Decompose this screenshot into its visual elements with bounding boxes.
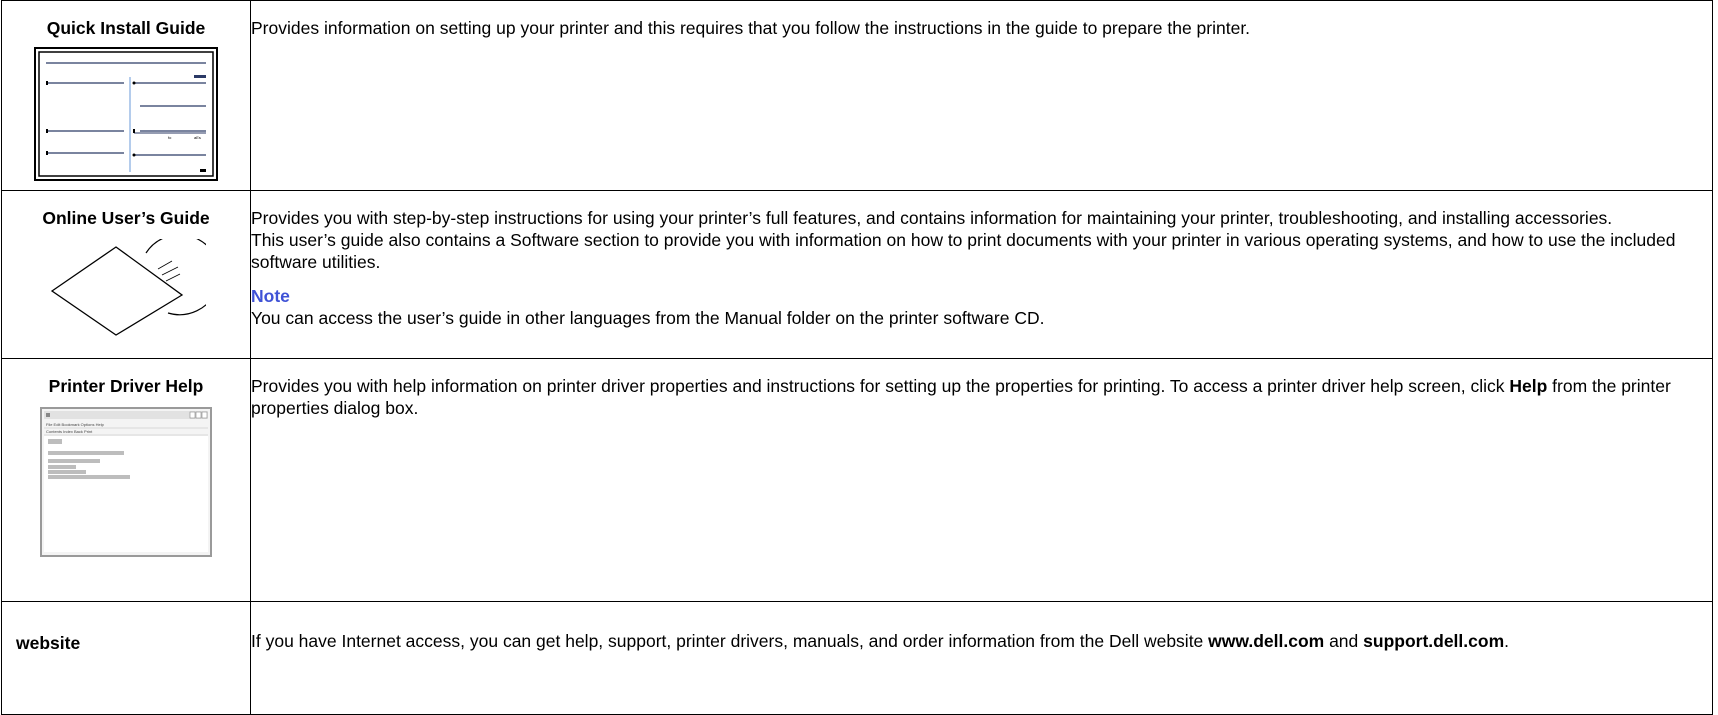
description-cell: Provides you with help information on pr… [250,358,1713,602]
help-bold-text: Help [1509,376,1548,396]
description-cell: If you have Internet access, you can get… [250,601,1713,715]
resource-cell: Online User’s Guide [1,190,251,359]
quick-install-guide-thumbnail: fo aEs [34,47,218,181]
description-cell: Provides you with step-by-step instructi… [250,190,1713,359]
description-text: Provides information on setting up your … [251,18,1251,38]
dell-website-link[interactable]: www.dell.com [1208,631,1324,651]
cd-sleeve-icon [50,239,206,336]
resource-cell: website [1,601,251,715]
table-row: Quick Install Guide fo aEs Provides info… [1,0,1713,191]
table-row: Online User’s Guide Provides you with st… [1,190,1713,359]
guide-table: Quick Install Guide fo aEs Provides info… [1,0,1713,715]
description-paragraph-1: Provides you with step-by-step instructi… [251,208,1613,228]
resource-title: Printer Driver Help [48,376,204,396]
help-window-thumbnail: File Edit Bookmark Options Help Contents… [40,407,212,557]
note-title: Note [251,286,290,306]
table-row: Printer Driver Help File Edit Bookmark O… [1,358,1713,602]
description-cell: Provides information on setting up your … [250,0,1713,191]
resource-cell: Quick Install Guide fo aEs [1,0,251,191]
note-text: You can access the user’s guide in other… [251,308,1045,328]
resource-title: Online User’s Guide [42,208,210,228]
resource-title: Quick Install Guide [46,18,206,38]
svg-text:aEs: aEs [194,135,201,140]
description-text: If you have Internet access, you can get… [251,631,1509,651]
description-text: Provides you with help information on pr… [251,376,1671,418]
resource-title: website [16,633,81,653]
svg-text:Contents Index Back Pri: Contents Index Back Print [46,429,93,434]
dell-support-link[interactable]: support.dell.com [1363,631,1504,651]
table-row: website If you have Internet access, you… [1,601,1713,715]
resource-cell: Printer Driver Help File Edit Bookmark O… [1,358,251,602]
svg-text:File Edit Bookmark Options: File Edit Bookmark Options Help [46,422,105,427]
description-paragraph-2: This user’s guide also contains a Softwa… [251,230,1676,272]
